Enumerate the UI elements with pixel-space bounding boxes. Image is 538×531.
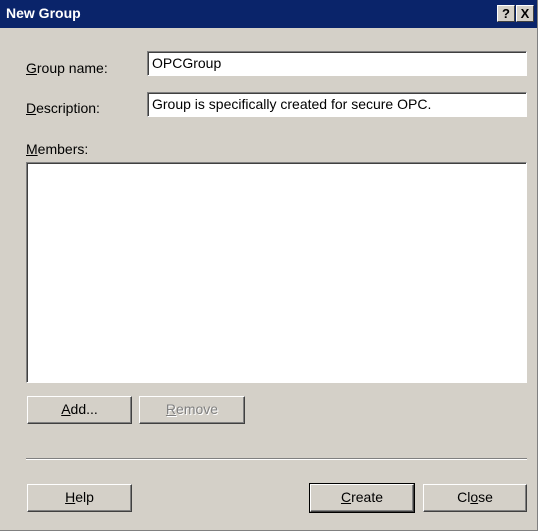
close-icon: X [520, 6, 530, 21]
close-button[interactable]: Close [423, 484, 527, 512]
members-listbox[interactable] [26, 162, 527, 383]
title-bar: New Group ? X [0, 0, 537, 28]
question-mark-icon: ? [502, 6, 510, 21]
new-group-dialog: New Group ? X Group name: OPCGroup Descr… [0, 0, 538, 531]
remove-button[interactable]: Remove [139, 396, 245, 424]
description-label: Description: [26, 100, 100, 116]
group-name-label: Group name: [26, 60, 108, 76]
members-label: Members: [26, 141, 89, 157]
group-name-input[interactable]: OPCGroup [147, 51, 527, 76]
add-button[interactable]: Add... [27, 396, 132, 424]
create-button[interactable]: Create [309, 483, 415, 513]
window-title: New Group [6, 5, 81, 21]
separator-line [26, 458, 527, 460]
close-window-button[interactable]: X [516, 5, 534, 22]
description-input[interactable]: Group is specifically created for secure… [147, 92, 527, 117]
help-button[interactable]: Help [27, 484, 132, 512]
help-question-button[interactable]: ? [497, 5, 515, 22]
